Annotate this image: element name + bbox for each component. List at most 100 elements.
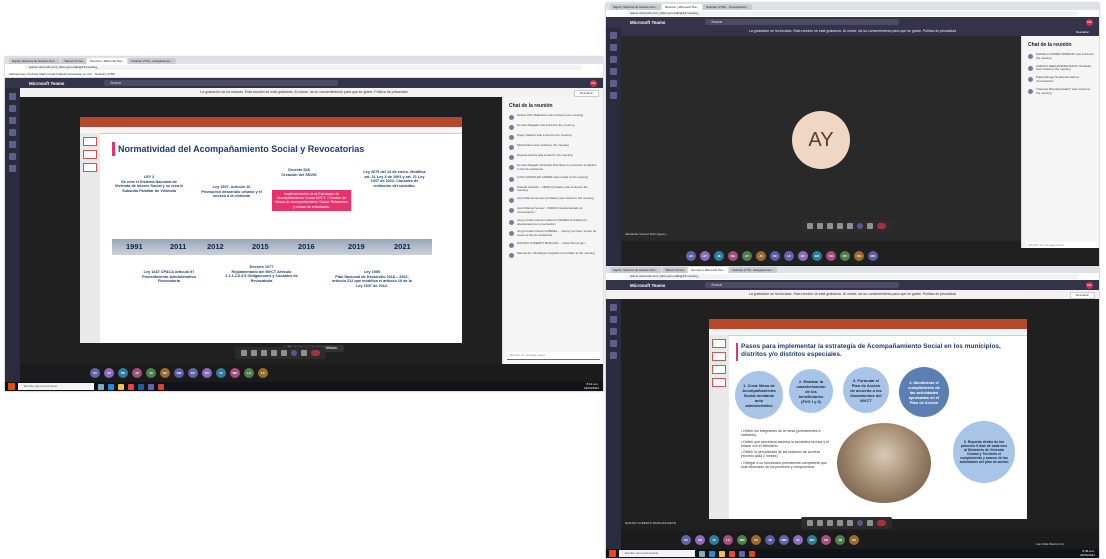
participant-avatar[interactable]: DM bbox=[174, 368, 184, 378]
files-icon[interactable] bbox=[610, 92, 617, 99]
raise-hand-icon[interactable] bbox=[847, 520, 853, 526]
calls-icon[interactable] bbox=[9, 141, 16, 148]
mic-icon[interactable] bbox=[817, 223, 823, 229]
participant-avatar[interactable]: EV bbox=[202, 368, 212, 378]
taskview-icon[interactable] bbox=[98, 383, 104, 390]
camera-icon[interactable] bbox=[807, 520, 813, 526]
search-input[interactable]: Buscar bbox=[705, 282, 899, 288]
dismiss-button[interactable]: Descartar bbox=[573, 90, 599, 97]
participant-avatar[interactable]: ER bbox=[812, 251, 822, 261]
teams-icon[interactable] bbox=[148, 383, 154, 390]
folder-icon[interactable] bbox=[719, 550, 725, 557]
teams-icon[interactable] bbox=[610, 56, 617, 63]
slide-thumbnail[interactable] bbox=[712, 365, 726, 374]
participant-avatar[interactable]: DV bbox=[188, 368, 198, 378]
mic-icon[interactable] bbox=[251, 350, 257, 356]
edge-icon[interactable] bbox=[108, 383, 114, 390]
taskbar-search[interactable]: Escribe aquí para buscar bbox=[18, 383, 94, 390]
participant-avatar[interactable]: AV bbox=[686, 251, 696, 261]
folder-icon[interactable] bbox=[118, 383, 124, 390]
participant-avatar[interactable]: AV bbox=[90, 368, 100, 378]
participants-icon[interactable] bbox=[867, 223, 873, 229]
calendar-icon[interactable] bbox=[9, 129, 16, 136]
search-input[interactable]: Buscar bbox=[104, 80, 338, 86]
participant-avatar[interactable]: PE bbox=[118, 368, 128, 378]
chrome-icon[interactable] bbox=[128, 383, 134, 390]
edge-icon[interactable] bbox=[709, 550, 715, 557]
chat-toggle-icon[interactable] bbox=[857, 223, 863, 229]
powerpoint-icon[interactable] bbox=[158, 383, 164, 390]
teams-icon[interactable] bbox=[739, 550, 745, 557]
slide-thumbnail[interactable] bbox=[83, 150, 97, 159]
hangup-button[interactable] bbox=[311, 350, 320, 356]
share-icon[interactable] bbox=[261, 350, 267, 356]
participant-avatar[interactable]: AV bbox=[681, 535, 691, 545]
participant-avatar[interactable]: AY bbox=[751, 535, 761, 545]
participant-avatar[interactable]: CS bbox=[821, 535, 831, 545]
bookmarks-bar[interactable]: Aplicaciones YouTube Maps Gmail Traducir… bbox=[5, 71, 603, 78]
participants-icon[interactable] bbox=[301, 350, 307, 356]
slide-thumbnail[interactable] bbox=[83, 137, 97, 146]
url-input[interactable]: teams.microsoft.com/_#/pre-join-calling/… bbox=[626, 274, 1079, 279]
url-input[interactable]: teams.microsoft.com/_#/pre-join-calling/… bbox=[626, 11, 1079, 16]
share-icon[interactable] bbox=[827, 520, 833, 526]
activity-icon[interactable] bbox=[9, 93, 16, 100]
participant-avatar[interactable]: AV bbox=[695, 535, 705, 545]
hangup-button[interactable] bbox=[877, 520, 886, 526]
calls-icon[interactable] bbox=[610, 352, 617, 359]
activity-icon[interactable] bbox=[610, 304, 617, 311]
participant-avatar[interactable]: LA bbox=[723, 535, 733, 545]
participants-icon[interactable] bbox=[867, 520, 873, 526]
camera-icon[interactable] bbox=[807, 223, 813, 229]
chat-icon[interactable] bbox=[610, 316, 617, 323]
participant-avatar[interactable]: DV bbox=[840, 251, 850, 261]
participant-avatar[interactable]: MM bbox=[737, 535, 747, 545]
participant-avatar[interactable]: JN bbox=[835, 535, 845, 545]
participant-avatar[interactable]: MO bbox=[230, 368, 240, 378]
windows-start-icon[interactable] bbox=[8, 383, 15, 390]
participant-avatar[interactable]: JE bbox=[765, 535, 775, 545]
participant-avatar[interactable]: MM bbox=[779, 535, 789, 545]
participant-avatar[interactable]: DA bbox=[728, 251, 738, 261]
participant-avatar[interactable]: LF bbox=[784, 251, 794, 261]
powerpoint-icon[interactable] bbox=[749, 550, 755, 557]
taskbar-search[interactable]: Escribe aquí para buscar bbox=[619, 550, 695, 557]
participant-avatar[interactable]: DC bbox=[770, 251, 780, 261]
slide-thumbnail[interactable] bbox=[83, 163, 97, 172]
more-icon[interactable] bbox=[837, 223, 843, 229]
participant-avatar[interactable]: LA bbox=[244, 368, 254, 378]
user-avatar[interactable]: MO bbox=[590, 79, 597, 87]
participant-avatar[interactable]: CS bbox=[854, 251, 864, 261]
teams-icon[interactable] bbox=[610, 328, 617, 335]
slide-thumbnail[interactable] bbox=[712, 339, 726, 348]
chat-icon[interactable] bbox=[9, 105, 16, 112]
chat-toggle-icon[interactable] bbox=[857, 520, 863, 526]
participant-avatar[interactable]: JV bbox=[146, 368, 156, 378]
user-avatar[interactable]: MO bbox=[1086, 18, 1093, 26]
mic-icon[interactable] bbox=[817, 520, 823, 526]
raise-hand-icon[interactable] bbox=[281, 350, 287, 356]
participant-avatar[interactable]: AU bbox=[849, 535, 859, 545]
participant-avatar[interactable]: JE bbox=[714, 251, 724, 261]
word-icon[interactable] bbox=[138, 383, 144, 390]
participant-avatar[interactable]: MO bbox=[807, 535, 817, 545]
participant-avatar[interactable]: VH bbox=[826, 251, 836, 261]
participant-avatar[interactable]: MO bbox=[868, 251, 878, 261]
calendar-icon[interactable] bbox=[610, 68, 617, 75]
windows-start-icon[interactable] bbox=[609, 550, 616, 557]
dismiss-button[interactable]: Descartar bbox=[1069, 29, 1095, 36]
taskview-icon[interactable] bbox=[699, 550, 705, 557]
participant-avatar[interactable]: EV bbox=[798, 251, 808, 261]
chat-toggle-icon[interactable] bbox=[291, 350, 297, 356]
chrome-icon[interactable] bbox=[729, 550, 735, 557]
participant-avatar[interactable]: AV bbox=[104, 368, 114, 378]
hangup-button[interactable] bbox=[877, 223, 886, 229]
slide-thumbnail[interactable] bbox=[712, 378, 726, 387]
calendar-icon[interactable] bbox=[610, 340, 617, 347]
participant-avatar[interactable]: JV bbox=[709, 535, 719, 545]
more-apps-icon[interactable] bbox=[9, 165, 16, 172]
participant-avatar[interactable]: EI bbox=[216, 368, 226, 378]
participant-avatar[interactable]: JV bbox=[132, 368, 142, 378]
participant-avatar[interactable]: GC bbox=[160, 368, 170, 378]
participant-avatar[interactable]: AY bbox=[742, 251, 752, 261]
